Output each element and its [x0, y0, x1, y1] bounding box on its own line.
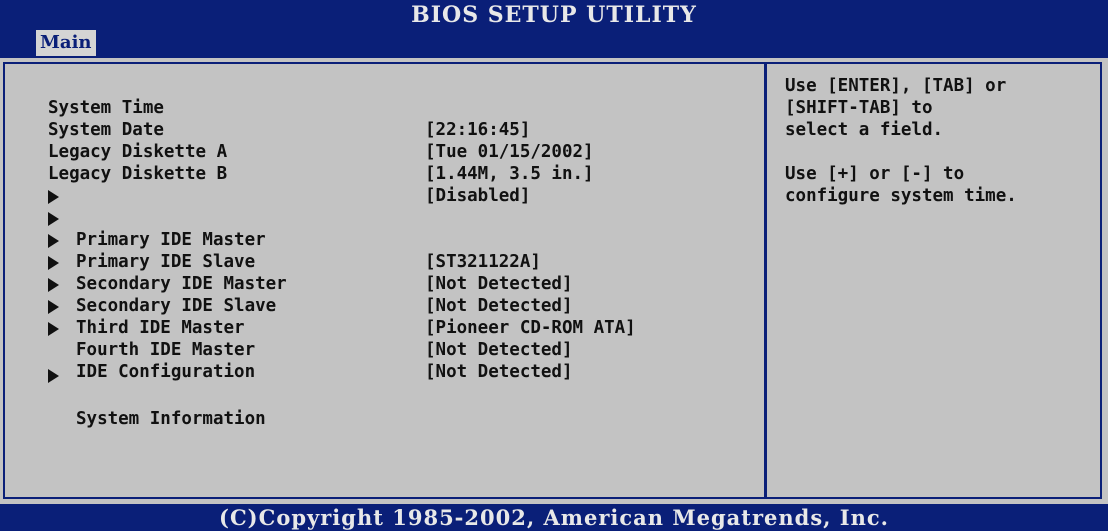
help-line: Use [+] or [-] to [785, 164, 965, 184]
help-line: configure system time. [785, 186, 1017, 206]
setting-system-date[interactable]: System Date [Tue 01/15/2002] [0, 97, 760, 162]
submenu-arrow-icon [48, 212, 59, 226]
submenu-ide-configuration[interactable]: IDE Configuration [0, 317, 760, 382]
setting-legacy-diskette-a[interactable]: Legacy Diskette A [1.44M, 3.5 in.] [0, 119, 760, 184]
setting-system-time[interactable]: System Time [22:16:45] [0, 75, 760, 140]
help-line: [SHIFT-TAB] to [785, 98, 933, 118]
setting-legacy-diskette-b[interactable]: Legacy Diskette B [Disabled] [0, 141, 760, 206]
submenu-third-ide-master[interactable]: Third IDE Master [Not Detected] [0, 273, 760, 360]
submenu-arrow-icon [48, 234, 59, 248]
copyright-footer: (C)Copyright 1985-2002, American Megatre… [219, 505, 889, 530]
submenu-arrow-icon [48, 256, 59, 270]
submenu-secondary-ide-slave[interactable]: Secondary IDE Slave [Pioneer CD-ROM ATA] [0, 251, 760, 338]
main-panel: System Time [22:16:45] System Date [Tue … [0, 58, 1108, 504]
setting-value[interactable]: [1.44M, 3.5 in.] [425, 163, 594, 185]
submenu-arrow-icon [48, 278, 59, 292]
submenu-arrow-icon [48, 300, 59, 314]
submenu-value: [Not Detected] [425, 340, 573, 360]
help-spacer [785, 141, 1095, 163]
tab-main[interactable]: Main [36, 30, 96, 56]
submenu-system-information[interactable]: System Information [0, 364, 760, 429]
help-line: Use [ENTER], [TAB] or [785, 76, 1007, 96]
panel-divider [764, 62, 767, 499]
submenu-arrow-icon [48, 369, 59, 383]
submenu-arrow-icon [48, 190, 59, 204]
submenu-fourth-ide-master[interactable]: Fourth IDE Master [Not Detected] [0, 295, 760, 382]
utility-title: BIOS SETUP UTILITY [411, 2, 697, 28]
submenu-label: Fourth IDE Master [76, 340, 256, 360]
submenu-label: System Information [76, 409, 266, 429]
submenu-secondary-ide-master[interactable]: Secondary IDE Master [Not Detected] [0, 229, 760, 316]
submenu-primary-ide-master[interactable]: Primary IDE Master [ST321122A] [0, 185, 760, 272]
submenu-primary-ide-slave[interactable]: Primary IDE Slave [Not Detected] [0, 207, 760, 294]
setting-label: Legacy Diskette B [48, 164, 228, 184]
submenu-arrow-icon [48, 322, 59, 336]
title-bar: BIOS SETUP UTILITY Main [0, 0, 1108, 58]
help-line: select a field. [785, 120, 944, 140]
help-panel: Use [ENTER], [TAB] or [SHIFT-TAB] to sel… [785, 75, 1095, 207]
